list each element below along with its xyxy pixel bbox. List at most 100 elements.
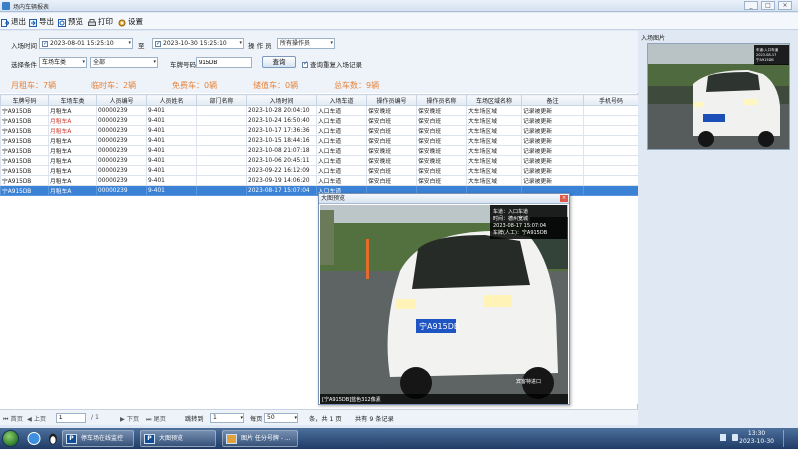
taskbar: P 停车场在线监控 P 大图预览 图片 任分号牌 - ... 13:30 2023-… bbox=[0, 428, 798, 449]
table-cell bbox=[196, 145, 247, 156]
table-row[interactable]: 宁A915DB 月租车A 00000239 9-401 2023-10-24 16:50… bbox=[0, 115, 638, 126]
clock[interactable]: 13:30 2023-10-30 bbox=[739, 430, 774, 446]
column-header[interactable]: 部门名称 bbox=[196, 94, 247, 106]
dialog-close-button[interactable]: × bbox=[560, 195, 568, 202]
table-cell bbox=[196, 175, 247, 186]
volume-icon[interactable] bbox=[732, 434, 738, 441]
exit-icon bbox=[1, 18, 10, 27]
operator-label: 操 作 员 bbox=[248, 42, 272, 50]
table-row[interactable]: 宁A915DB 月租车A 00000239 9-401 2023-10-15 18:44… bbox=[0, 135, 638, 146]
overlay-line-2: 时间：德州宽城 bbox=[493, 215, 528, 222]
table-row[interactable]: 宁A915DB 月租车A 00000239 9-401 2023-09-19 14:06… bbox=[0, 175, 638, 186]
browser-icon[interactable] bbox=[25, 430, 43, 447]
table-cell bbox=[196, 125, 247, 136]
table-cell: 宁A915DB bbox=[0, 165, 49, 176]
jump-value: 1 bbox=[213, 414, 217, 421]
table-cell bbox=[583, 185, 638, 196]
table-cell: 入口车道 bbox=[316, 145, 367, 156]
repeat-checkbox[interactable] bbox=[302, 60, 308, 68]
taskbar-item-monitor[interactable]: P 停车场在线监控 bbox=[62, 430, 134, 447]
table-row[interactable]: 宁A915DB 月租车A 00000239 9-401 2023-10-28 20:04… bbox=[0, 105, 638, 116]
first-page-button[interactable]: ⏮ 首页 bbox=[3, 414, 23, 424]
table-cell: 入口车道 bbox=[316, 155, 367, 166]
table-cell: 大车场区域 bbox=[466, 165, 522, 176]
window-titlebar: 场内车辆报表 _ □ × bbox=[0, 0, 798, 12]
operator-select[interactable]: 所有操作员 ▾ bbox=[277, 38, 335, 49]
column-header[interactable]: 人员姓名 bbox=[146, 94, 197, 106]
column-header[interactable]: 入场时间 bbox=[246, 94, 317, 106]
column-header[interactable]: 操作员编号 bbox=[366, 94, 417, 106]
start-time-field[interactable]: 2023-08-01 15:25:10 ▾ bbox=[39, 38, 133, 49]
restore-button[interactable]: □ bbox=[761, 1, 775, 10]
table-row[interactable]: 宁A915DB 月租车A 00000239 9-401 2023-10-17 17:36… bbox=[0, 125, 638, 136]
table-cell: 2023-10-06 20:45:11 bbox=[246, 155, 317, 166]
start-button[interactable] bbox=[2, 430, 19, 447]
dialog-titlebar[interactable]: 大图预览 bbox=[319, 194, 569, 204]
chevron-down-icon: ▾ bbox=[330, 40, 333, 46]
column-header[interactable]: 入场车道 bbox=[316, 94, 367, 106]
taskbar-item-preview[interactable]: P 大图预览 bbox=[140, 430, 216, 447]
column-header[interactable]: 操作员名称 bbox=[416, 94, 467, 106]
table-cell: 保安白班 bbox=[366, 175, 417, 186]
table-cell: 大车场区域 bbox=[466, 145, 522, 156]
print-button[interactable]: 打印 bbox=[88, 15, 113, 28]
calendar-dropdown-icon[interactable]: ▾ bbox=[239, 39, 242, 48]
column-header[interactable]: 车场区域名称 bbox=[466, 94, 522, 106]
entry-image-thumbnail[interactable]: 车道:入口车道 2023-08-17 宁A915DB bbox=[647, 43, 790, 150]
show-desktop-button[interactable] bbox=[783, 430, 795, 447]
table-row[interactable]: 宁A915DB 月租车A 00000239 9-401 2023-10-06 20:45… bbox=[0, 155, 638, 166]
close-button[interactable]: × bbox=[778, 1, 792, 10]
column-header[interactable]: 车场车类 bbox=[48, 94, 97, 106]
column-header[interactable]: 手机号码 bbox=[583, 94, 638, 106]
table-cell: 月租车A bbox=[48, 165, 97, 176]
network-icon[interactable] bbox=[720, 434, 726, 441]
table-cell: 入口车道 bbox=[316, 105, 367, 116]
table-cell bbox=[583, 165, 638, 176]
preview-button[interactable]: 预览 bbox=[58, 15, 83, 28]
table-cell bbox=[196, 105, 247, 116]
column-header[interactable]: 车牌号码 bbox=[0, 94, 49, 106]
start-time-checkbox[interactable] bbox=[42, 39, 48, 48]
table-cell: 保安白班 bbox=[416, 115, 467, 126]
column-header[interactable]: 人员编号 bbox=[96, 94, 147, 106]
end-time-field[interactable]: 2023-10-30 15:25:10 ▾ bbox=[152, 38, 244, 49]
repeat-check[interactable]: 查询重复入场记录 bbox=[302, 59, 362, 69]
query-button[interactable]: 查询 bbox=[262, 56, 296, 68]
table-cell: 2023-10-17 17:36:36 bbox=[246, 125, 317, 136]
table-row[interactable]: 宁A915DB 月租车A 00000239 9-401 2023-10-08 21:07… bbox=[0, 145, 638, 156]
condition-sub-select[interactable]: 全部 ▾ bbox=[90, 57, 158, 68]
per-page-select[interactable]: 50 ▾ bbox=[264, 413, 298, 423]
table-cell: 保安晚班 bbox=[416, 145, 467, 156]
taskbar-item-image[interactable]: 图片 任分号牌 - ... bbox=[222, 430, 298, 447]
settings-button[interactable]: 设置 bbox=[118, 15, 143, 28]
condition-select[interactable]: 车场车类 ▾ bbox=[39, 57, 87, 68]
prev-page-button[interactable]: ◀ 上页 bbox=[27, 414, 46, 423]
minimize-button[interactable]: _ bbox=[744, 1, 758, 10]
table-cell: 入口车道 bbox=[316, 125, 367, 136]
qq-icon[interactable] bbox=[44, 430, 62, 447]
table-cell: 大车场区域 bbox=[466, 115, 522, 126]
table-cell: 记录被更新 bbox=[521, 125, 584, 136]
table-cell: 月租车A bbox=[48, 125, 97, 136]
taskbar-item-label: 图片 任分号牌 - ... bbox=[241, 435, 291, 442]
large-image-dialog[interactable]: 大图预览 × 宁A915DB 车道：入口车道 时间：德州宽城 2023-08-1… bbox=[318, 193, 570, 405]
page-input[interactable] bbox=[56, 413, 86, 423]
condition-value: 车场车类 bbox=[42, 59, 67, 66]
plate-input[interactable] bbox=[196, 57, 252, 68]
last-page-button[interactable]: ⏭ 尾页 bbox=[146, 414, 166, 424]
next-page-label: 下页 bbox=[126, 416, 140, 423]
parking-app-icon: P bbox=[144, 434, 155, 444]
table-cell: 保安白班 bbox=[416, 165, 467, 176]
next-page-button[interactable]: ▶ 下页 bbox=[120, 414, 139, 423]
exit-button[interactable]: 退出 bbox=[1, 15, 26, 28]
table-row[interactable]: 宁A915DB 月租车A 00000239 9-401 2023-09-22 16:12… bbox=[0, 165, 638, 176]
condition-label: 选择条件 bbox=[11, 61, 37, 69]
calendar-dropdown-icon[interactable]: ▾ bbox=[128, 39, 131, 48]
jump-select[interactable]: 1 ▾ bbox=[210, 413, 244, 423]
prev-page-label: 上页 bbox=[33, 416, 47, 423]
table-cell: 00000239 bbox=[96, 185, 147, 196]
export-button[interactable]: 导出 bbox=[29, 15, 54, 28]
column-header[interactable]: 备注 bbox=[521, 94, 584, 106]
end-time-checkbox[interactable] bbox=[155, 39, 161, 48]
table-cell: 大车场区域 bbox=[466, 125, 522, 136]
